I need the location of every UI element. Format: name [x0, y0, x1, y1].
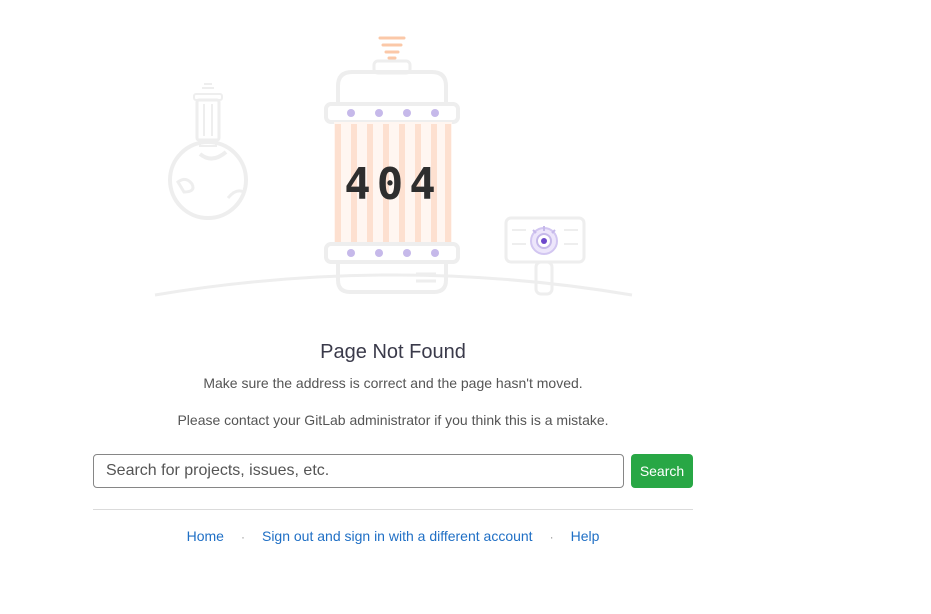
help-link[interactable]: Help — [571, 528, 600, 544]
search-input[interactable] — [93, 454, 624, 488]
antenna-icon — [378, 36, 406, 60]
link-separator: · — [549, 530, 554, 544]
sign-out-link[interactable]: Sign out and sign in with a different ac… — [262, 528, 533, 544]
contact-admin-text: Please contact your GitLab administrator… — [177, 412, 609, 428]
capsule-icon: 404 — [324, 59, 460, 294]
search-button[interactable]: Search — [631, 454, 693, 488]
search-form: Search — [93, 454, 693, 488]
footer-links: Home · Sign out and sign in with a differe… — [93, 527, 693, 546]
404-illustration: 404 — [154, 36, 633, 297]
404-code-text: 404 — [344, 159, 441, 210]
not-found-page: 404 Page Not Found Make sure the address… — [0, 0, 931, 614]
address-hint-text: Make sure the address is correct and the… — [203, 375, 583, 391]
page-title: Page Not Found — [320, 341, 466, 363]
divider — [93, 509, 693, 510]
link-separator: · — [240, 530, 245, 544]
home-link[interactable]: Home — [187, 528, 224, 544]
planet-icon — [168, 83, 248, 220]
